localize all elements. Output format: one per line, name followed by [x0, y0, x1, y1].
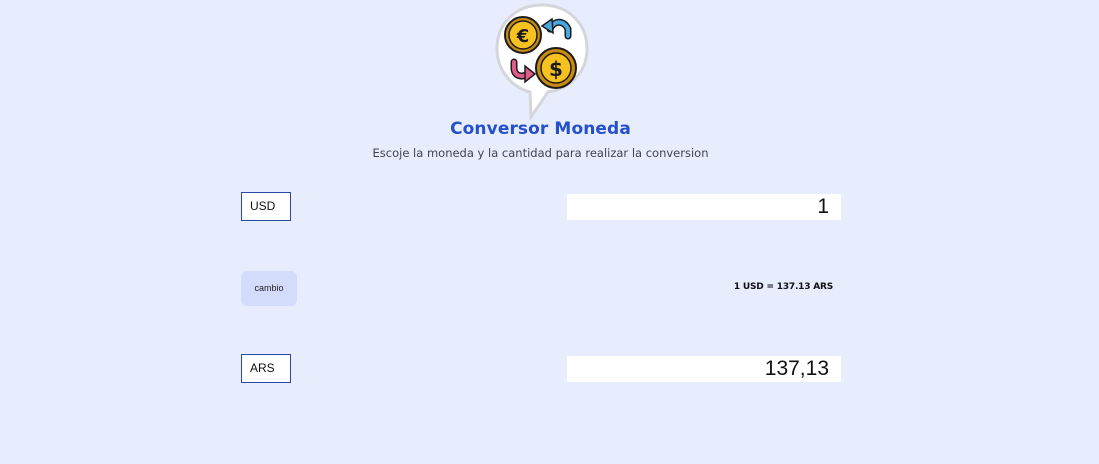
page-subtitle: Escoje la moneda y la cantidad para real… [372, 146, 709, 160]
to-currency-select[interactable]: ARS [241, 354, 291, 383]
euro-coin-icon: € [504, 16, 542, 54]
app-logo: € $ [494, 2, 590, 122]
svg-text:€: € [516, 26, 530, 47]
exchange-rate-text: 1 USD = 137.13 ARS [733, 282, 833, 292]
from-currency-select[interactable]: USD [241, 192, 291, 221]
dollar-coin-icon: $ [535, 47, 577, 89]
from-amount-input[interactable]: 1 [567, 194, 841, 220]
page-title: Conversor Moneda [450, 119, 631, 139]
to-amount-output[interactable]: 137,13 [567, 356, 841, 382]
svg-text:$: $ [549, 57, 563, 81]
swap-button[interactable]: cambio [241, 271, 297, 306]
